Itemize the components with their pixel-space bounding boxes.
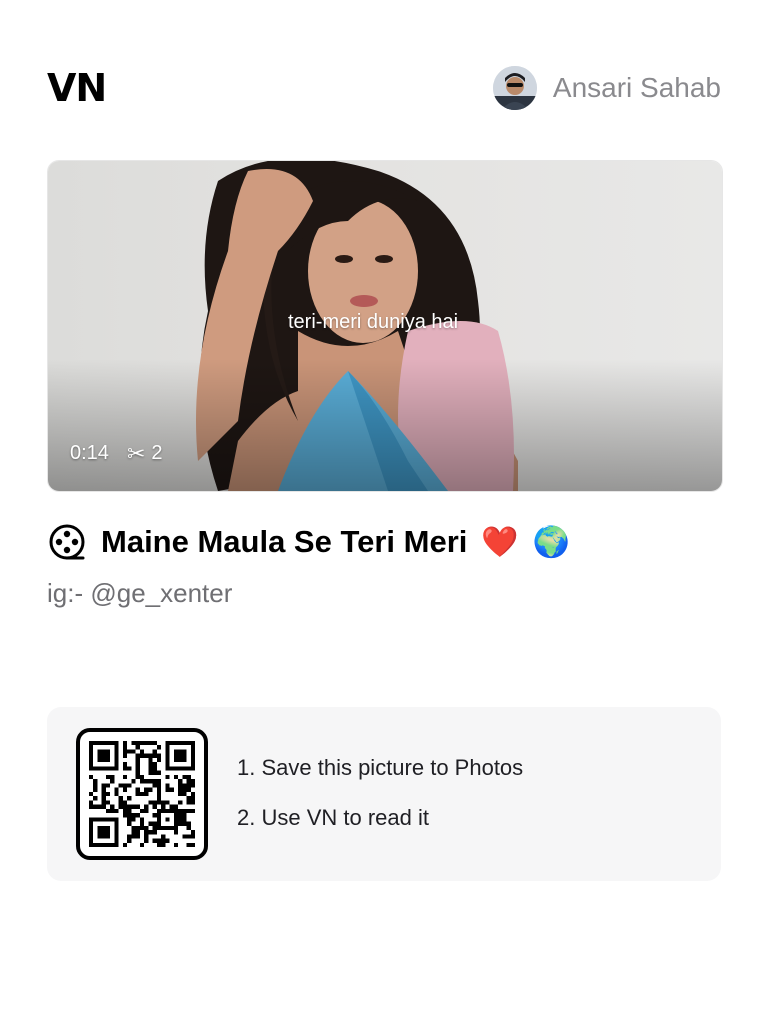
share-page: VN Ansari Sahab teri-meri duniya hai 0:1… bbox=[0, 0, 768, 1024]
vn-logo: VN bbox=[47, 66, 107, 110]
clip-count: ✂ 2 bbox=[127, 442, 163, 465]
qr-instructions: 1. Save this picture to Photos 2. Use VN… bbox=[237, 755, 523, 831]
qr-step-1: 1. Save this picture to Photos bbox=[237, 755, 524, 780]
video-duration: 0:14 bbox=[70, 442, 109, 464]
video-meta: 0:14 ✂ 2 bbox=[70, 442, 163, 465]
header: VN Ansari Sahab bbox=[47, 60, 721, 116]
scissors-icon: ✂ bbox=[126, 440, 146, 466]
project-title: Maine Maula Se Teri Meri bbox=[101, 524, 468, 559]
user-name[interactable]: Ansari Sahab bbox=[553, 72, 721, 104]
qr-code bbox=[76, 728, 208, 860]
film-reel-icon bbox=[49, 524, 85, 560]
qr-code-icon bbox=[89, 741, 195, 847]
globe-emoji-icon: 🌍 bbox=[532, 524, 571, 560]
clip-count-value: 2 bbox=[151, 442, 163, 464]
video-preview[interactable]: teri-meri duniya hai 0:14 ✂ 2 bbox=[47, 160, 723, 492]
qr-panel: 1. Save this picture to Photos 2. Use VN… bbox=[47, 707, 721, 881]
video-subtitle: teri-meri duniya hai bbox=[288, 311, 459, 333]
project-description: ig:- @ge_xenter bbox=[47, 578, 233, 608]
avatar[interactable] bbox=[492, 66, 537, 110]
user-profile[interactable]: Ansari Sahab bbox=[492, 66, 721, 110]
qr-step-2: 2. Use VN to read it bbox=[237, 805, 429, 830]
heart-emoji-icon: ❤️ bbox=[481, 524, 519, 560]
project-title-row: Maine Maula Se Teri Meri ❤️ 🌍 bbox=[47, 522, 570, 562]
